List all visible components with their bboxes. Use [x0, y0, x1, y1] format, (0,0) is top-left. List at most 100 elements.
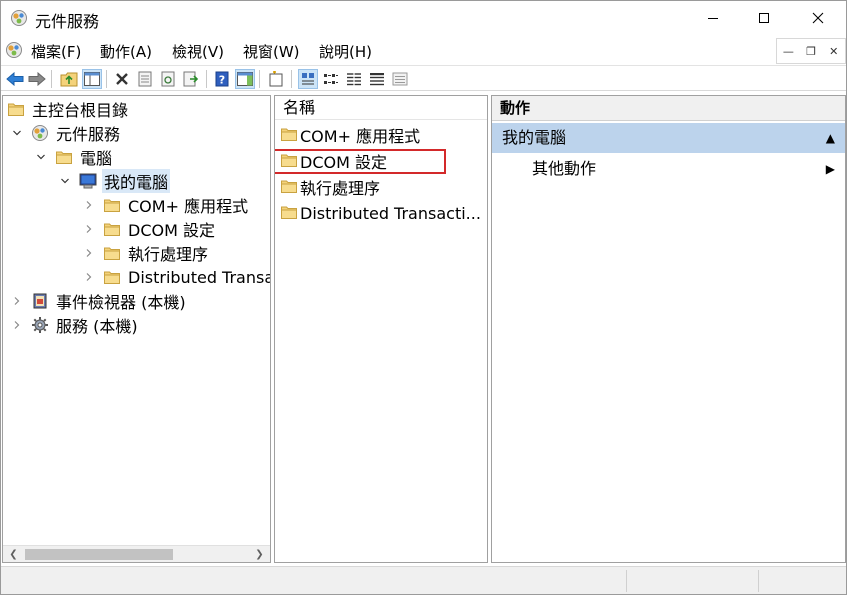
close-icon — [812, 12, 824, 24]
delete-button[interactable] — [112, 69, 132, 89]
chevron-right-icon[interactable] — [9, 317, 25, 333]
close-button[interactable] — [789, 1, 847, 35]
list-item[interactable]: 執行處理序 — [281, 175, 380, 199]
system-menu-icon[interactable] — [5, 41, 23, 59]
status-divider — [626, 570, 627, 592]
list-view-button[interactable] — [344, 69, 364, 89]
folder-icon — [55, 148, 73, 166]
action-more-actions[interactable]: 其他動作 — [532, 156, 596, 182]
folder-icon — [103, 268, 121, 286]
mdi-restore-button[interactable]: ❐ — [800, 39, 823, 63]
chevron-down-icon[interactable] — [33, 149, 49, 165]
show-hide-action-pane-button[interactable] — [235, 69, 255, 89]
folder-icon — [281, 205, 297, 221]
scrollbar-thumb[interactable] — [25, 549, 173, 560]
submenu-arrow-icon[interactable]: ▶ — [826, 156, 835, 182]
tree-item-label: 元件服務 — [56, 125, 121, 144]
tree-item-label: COM+ 應用程式 — [128, 197, 249, 216]
chevron-right-icon[interactable] — [81, 221, 97, 237]
maximize-button[interactable] — [735, 1, 793, 35]
export-list-icon — [183, 71, 199, 87]
action-group-my-computer[interactable]: 我的電腦 ▲ — [492, 123, 845, 153]
tree-item-label: 事件檢視器 (本機) — [56, 293, 186, 312]
tree-item[interactable]: 元件服務 — [9, 121, 122, 145]
delete-icon — [116, 73, 128, 85]
tree-item-label: 電腦 — [80, 149, 113, 168]
folder-icon — [103, 196, 121, 214]
highlight-annotation-box — [275, 149, 446, 174]
title-bar: 元件服務 — [1, 1, 846, 35]
minimize-button[interactable] — [684, 1, 742, 35]
collapse-up-icon[interactable]: ▲ — [826, 123, 835, 153]
tree-item[interactable]: COM+ 應用程式 — [81, 193, 250, 217]
tree-horizontal-scrollbar[interactable]: ❮ ❯ — [3, 545, 270, 562]
show-hide-action-pane-icon — [237, 72, 253, 86]
my-computer-icon — [79, 172, 97, 190]
menu-view[interactable]: 檢視(V) — [172, 41, 224, 62]
help-button[interactable]: ? — [212, 69, 232, 89]
configure-button[interactable] — [390, 69, 410, 89]
mdi-minimize-button[interactable]: — — [777, 39, 800, 63]
component-services-window: 元件服務 檔案(F) 動作(A) 檢視(V) 視窗(W) 說明(H) — ❐ ✕ — [0, 0, 847, 595]
event-viewer-icon — [31, 292, 49, 310]
component-services-icon — [31, 124, 49, 142]
svg-text:?: ? — [219, 74, 225, 87]
properties-icon — [138, 71, 152, 87]
scroll-right-icon[interactable]: ❯ — [251, 546, 268, 562]
menu-file[interactable]: 檔案(F) — [31, 41, 81, 62]
chevron-down-icon[interactable] — [9, 125, 25, 141]
up-one-level-button[interactable] — [59, 69, 79, 89]
mdi-close-button[interactable]: ✕ — [822, 39, 845, 63]
tree-item-label: DCOM 設定 — [128, 221, 215, 240]
folder-icon — [281, 179, 297, 195]
tree-item[interactable]: 服務 (本機) — [9, 313, 140, 337]
list-view-icon — [347, 72, 361, 86]
tree-item[interactable]: 主控台根目錄 — [7, 97, 130, 121]
export-list-button[interactable] — [181, 69, 201, 89]
properties-button[interactable] — [135, 69, 155, 89]
small-icons-view-button[interactable] — [321, 69, 341, 89]
large-icons-view-icon — [302, 73, 314, 85]
chevron-right-icon[interactable] — [81, 197, 97, 213]
new-window-button[interactable] — [266, 69, 286, 89]
back-button[interactable] — [5, 69, 25, 89]
menu-help[interactable]: 說明(H) — [319, 41, 372, 62]
chevron-right-icon[interactable] — [81, 245, 97, 261]
forward-arrow-icon — [28, 72, 46, 86]
chevron-right-icon[interactable] — [9, 293, 25, 309]
list-item[interactable]: Distributed Transacti... — [281, 201, 481, 225]
menu-bar: 檔案(F) 動作(A) 檢視(V) 視窗(W) 說明(H) — ❐ ✕ — [1, 35, 846, 65]
tree-item-label: 執行處理序 — [128, 245, 209, 264]
tree-item-label: 服務 (本機) — [56, 317, 138, 336]
tree-item[interactable]: 事件檢視器 (本機) — [9, 289, 188, 313]
scroll-left-icon[interactable]: ❮ — [5, 546, 22, 562]
list-item-label: COM+ 應用程式 — [300, 127, 421, 146]
list-item-label: 執行處理序 — [300, 179, 381, 198]
tree-item-label: Distributed Transa — [128, 267, 271, 287]
refresh-button[interactable] — [158, 69, 178, 89]
tree-item[interactable]: 我的電腦 — [57, 169, 171, 193]
list-item[interactable]: COM+ 應用程式 — [281, 123, 420, 147]
list-item-label: Distributed Transacti... — [300, 203, 481, 223]
tree-item[interactable]: DCOM 設定 — [81, 217, 217, 241]
tree-item[interactable]: 執行處理序 — [81, 241, 210, 265]
tree-item[interactable]: 電腦 — [33, 145, 114, 169]
forward-button[interactable] — [27, 69, 47, 89]
large-icons-view-button[interactable] — [298, 69, 318, 89]
chevron-down-icon[interactable] — [57, 173, 73, 189]
detail-view-button[interactable] — [367, 69, 387, 89]
minimize-icon — [708, 18, 718, 19]
action-group-label: 我的電腦 — [502, 128, 567, 147]
mdi-child-controls: — ❐ ✕ — [776, 38, 846, 64]
window-title: 元件服務 — [35, 12, 100, 31]
up-folder-icon — [60, 72, 78, 87]
menu-window[interactable]: 視窗(W) — [243, 41, 300, 62]
column-header-name[interactable]: 名稱 — [275, 96, 487, 120]
show-hide-tree-button[interactable] — [82, 69, 102, 89]
menu-action[interactable]: 動作(A) — [100, 41, 152, 62]
folder-icon — [7, 100, 25, 118]
toolbar: ? — [1, 65, 846, 91]
chevron-right-icon[interactable] — [81, 269, 97, 285]
configure-icon — [392, 72, 408, 86]
tree-item[interactable]: Distributed Transa — [81, 265, 271, 289]
